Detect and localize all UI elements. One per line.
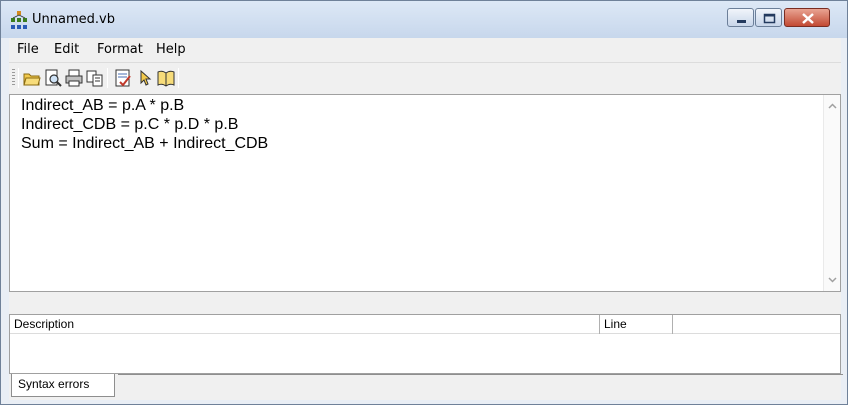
menu-edit[interactable]: Edit xyxy=(54,42,79,57)
print-preview-icon[interactable] xyxy=(43,68,63,88)
pointer-help-icon[interactable] xyxy=(135,68,155,88)
vertical-scrollbar[interactable] xyxy=(823,95,840,291)
column-extra[interactable] xyxy=(673,315,840,334)
column-description[interactable]: Description xyxy=(10,315,600,334)
open-folder-icon[interactable] xyxy=(22,68,42,88)
menu-bar: File Edit Format Help xyxy=(9,38,841,61)
error-list: Description Line xyxy=(9,314,841,374)
copy-icon[interactable] xyxy=(85,68,105,88)
toolbar-grip[interactable] xyxy=(12,69,15,87)
code-editor[interactable]: Indirect_AB = p.A * p.B Indirect_CDB = p… xyxy=(9,94,841,292)
close-button[interactable] xyxy=(784,8,830,27)
toolbar-separator xyxy=(178,68,179,88)
scroll-up-icon[interactable] xyxy=(828,102,837,111)
close-icon xyxy=(802,13,814,24)
column-line[interactable]: Line xyxy=(600,315,673,334)
tab-strip: Syntax errors xyxy=(9,374,843,400)
panel-splitter[interactable] xyxy=(9,292,841,298)
window-title: Unnamed.vb xyxy=(32,12,115,27)
app-window: Unnamed.vb File Edit Format Help Indirec… xyxy=(0,0,848,405)
maximize-icon xyxy=(763,13,776,24)
title-bar[interactable]: Unnamed.vb xyxy=(1,1,847,38)
tab-syntax-errors[interactable]: Syntax errors xyxy=(11,374,843,397)
printer-icon[interactable] xyxy=(64,68,84,88)
menu-help[interactable]: Help xyxy=(156,42,186,57)
book-icon[interactable] xyxy=(156,68,176,88)
scroll-down-icon[interactable] xyxy=(828,275,837,284)
code-line[interactable]: Indirect_AB = p.A * p.B xyxy=(21,96,184,115)
code-line[interactable]: Sum = Indirect_AB + Indirect_CDB xyxy=(21,134,268,153)
network-app-icon xyxy=(11,11,27,29)
client-area: File Edit Format Help Indirect_AB = p.A … xyxy=(9,38,843,400)
toolbar xyxy=(9,62,841,92)
toolbar-separator xyxy=(18,68,19,88)
menu-file[interactable]: File xyxy=(17,42,39,57)
minimize-button[interactable] xyxy=(727,8,754,27)
maximize-button[interactable] xyxy=(755,8,782,27)
check-syntax-icon[interactable] xyxy=(113,68,133,88)
toolbar-separator xyxy=(107,68,108,88)
code-line[interactable]: Indirect_CDB = p.C * p.D * p.B xyxy=(21,115,238,134)
error-list-header: Description Line xyxy=(10,315,840,334)
menu-format[interactable]: Format xyxy=(97,42,143,57)
minimize-icon xyxy=(737,20,746,23)
